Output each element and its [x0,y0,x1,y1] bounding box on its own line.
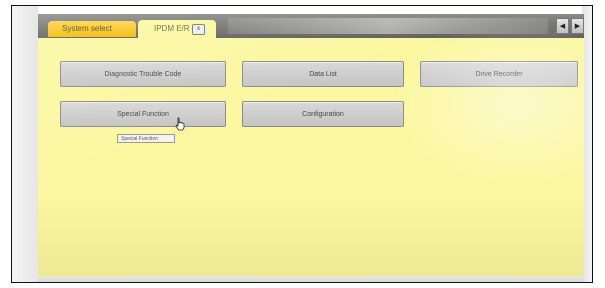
data-list-label: Data List [309,71,337,78]
special-function-label: Special Function [117,111,169,118]
next-tab-arrow-icon[interactable]: ▶ [571,18,584,34]
tab-ipdm-er-label: IPDM E/R [154,24,190,33]
screen-glare [38,14,584,276]
tab-nav-arrows: ◀ ▶ [556,18,584,34]
special-function-tooltip: Special Function [117,134,175,143]
tab-bar: System select IPDM E/R x ◀ ▶ [38,14,584,38]
monitor-bezel-left [12,6,38,282]
monitor-bottom-strip [38,276,584,282]
tab-system-select-label: System select [62,24,112,33]
app-screen: System select IPDM E/R x ◀ ▶ Diagnostic … [38,14,584,276]
tab-close-icon[interactable]: x [192,24,205,35]
tooltip-text: Special Function [121,136,158,142]
tab-ipdm-er[interactable]: IPDM E/R x [138,20,216,38]
special-function-button[interactable]: Special Function [60,101,226,127]
photo-frame: System select IPDM E/R x ◀ ▶ Diagnostic … [11,5,593,283]
prev-tab-arrow-icon[interactable]: ◀ [556,18,569,34]
tab-bar-highlight [228,18,548,34]
tab-system-select[interactable]: System select [48,21,136,37]
diagnostic-trouble-code-button[interactable]: Diagnostic Trouble Code [60,61,226,87]
configuration-label: Configuration [302,111,344,118]
drive-recorder-button[interactable]: Drive Recorder [420,61,578,87]
data-list-button[interactable]: Data List [242,61,404,87]
hand-pointer-cursor-icon [175,117,185,131]
diagnostic-trouble-code-label: Diagnostic Trouble Code [104,71,182,78]
drive-recorder-label: Drive Recorder [475,71,523,78]
configuration-button[interactable]: Configuration [242,101,404,127]
